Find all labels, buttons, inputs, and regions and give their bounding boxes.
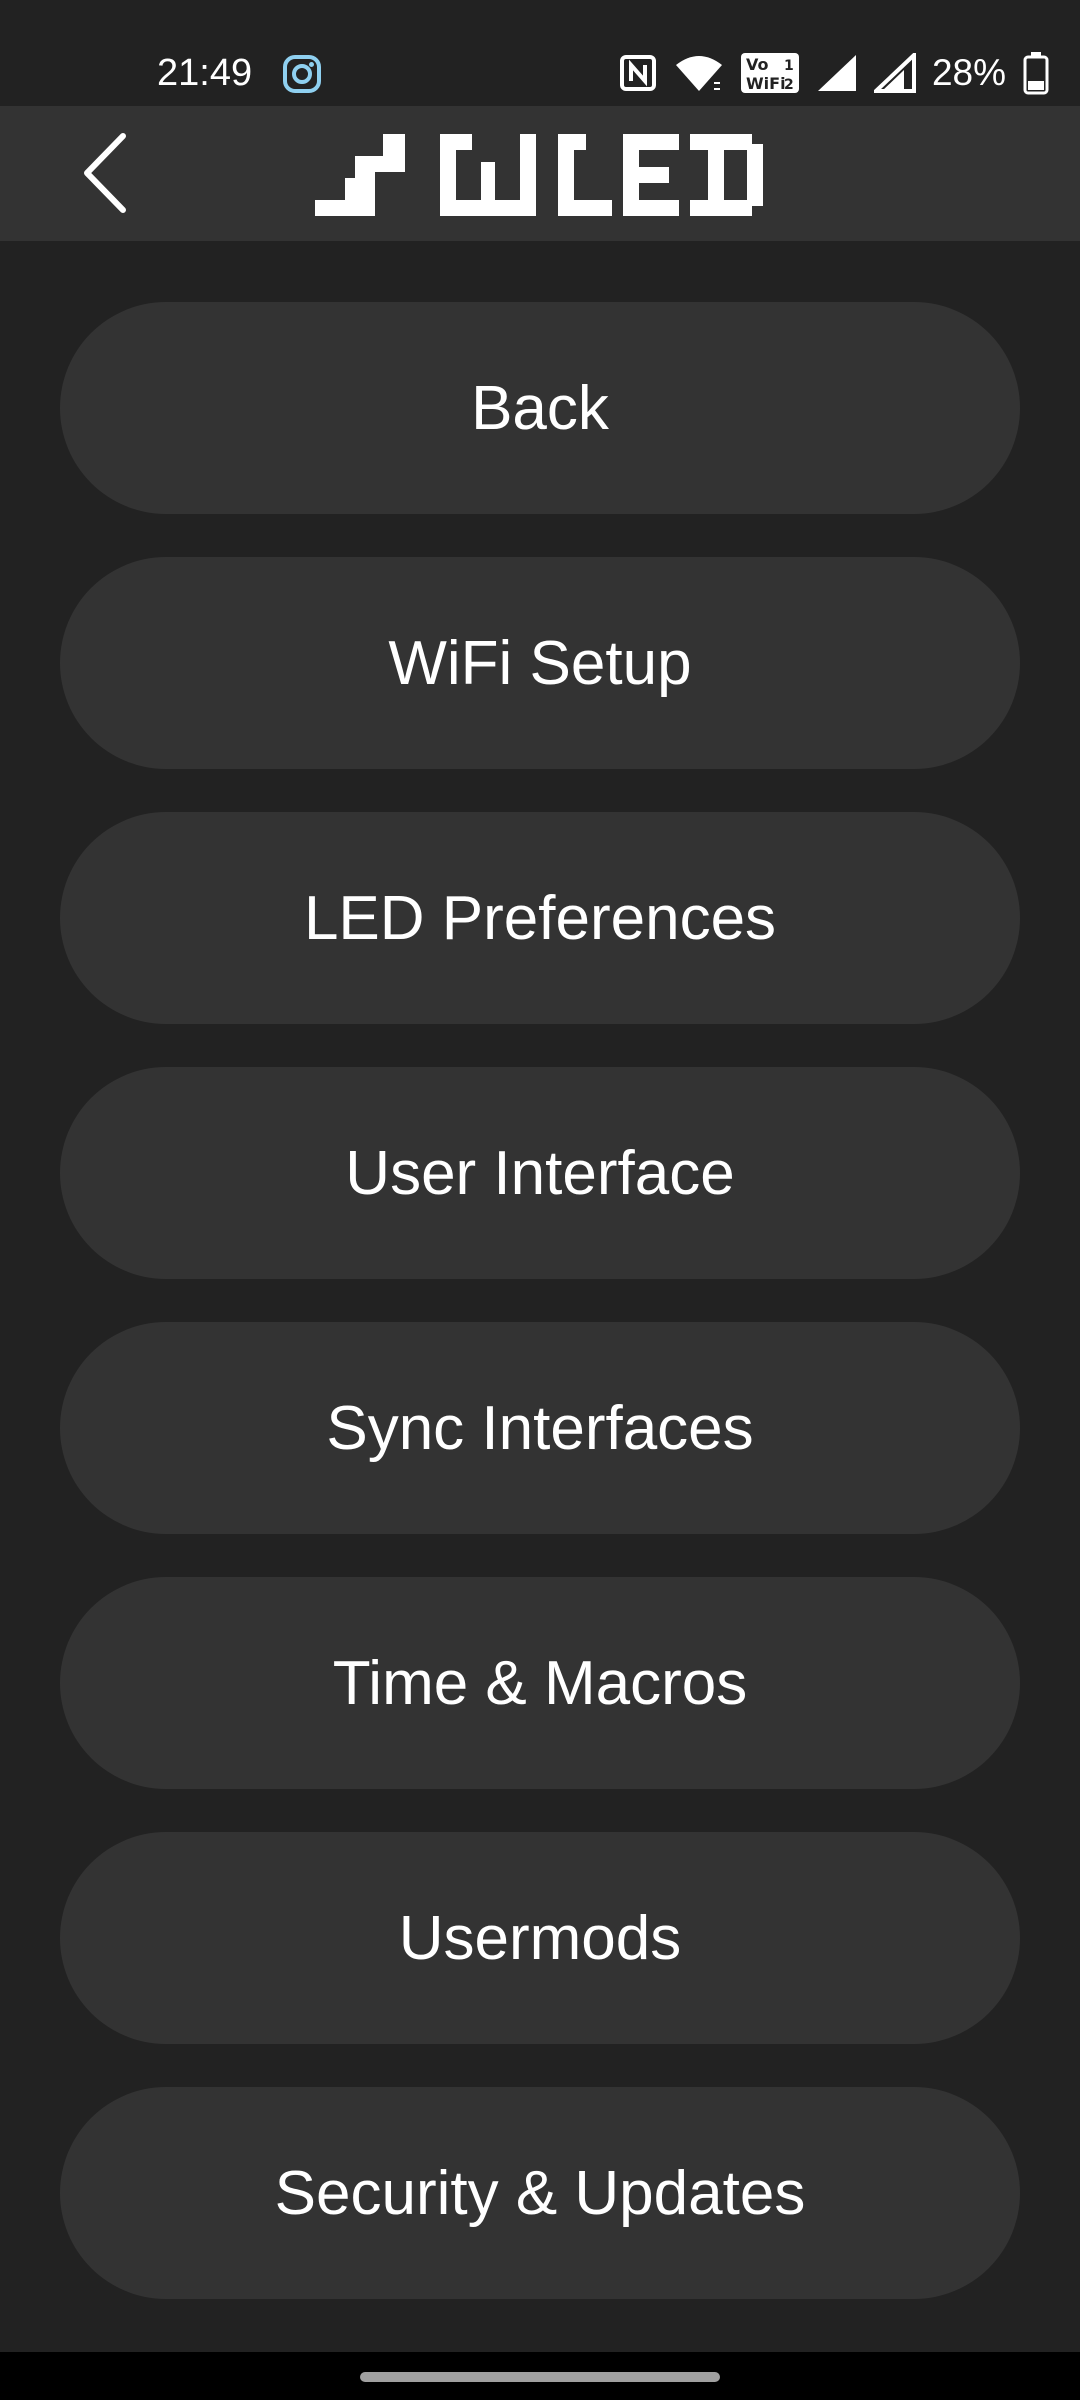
battery-icon bbox=[1023, 52, 1049, 95]
chevron-left-icon bbox=[84, 133, 126, 213]
settings-menu: Back WiFi Setup LED Preferences User Int… bbox=[60, 302, 1020, 2342]
svg-text:1: 1 bbox=[784, 58, 794, 74]
system-nav-bar bbox=[0, 2352, 1080, 2400]
vowifi-icon: Vo WiFi 1 2 bbox=[740, 53, 799, 93]
svg-text:Vo: Vo bbox=[746, 55, 769, 74]
time-macros-button[interactable]: Time & Macros bbox=[60, 1577, 1020, 1789]
instagram-icon bbox=[283, 55, 321, 93]
signal-2-icon bbox=[873, 53, 916, 93]
header-back-button[interactable] bbox=[60, 128, 150, 218]
sync-interfaces-button[interactable]: Sync Interfaces bbox=[60, 1322, 1020, 1534]
user-interface-button[interactable]: User Interface bbox=[60, 1067, 1020, 1279]
gesture-handle[interactable] bbox=[360, 2372, 720, 2382]
led-preferences-button[interactable]: LED Preferences bbox=[60, 812, 1020, 1024]
usermods-button[interactable]: Usermods bbox=[60, 1832, 1020, 2044]
svg-text:WiFi: WiFi bbox=[746, 74, 786, 93]
status-icons: Vo WiFi 1 2 28% bbox=[618, 46, 1050, 100]
signal-1-icon bbox=[817, 55, 856, 91]
status-time: 21:49 bbox=[157, 52, 253, 94]
wled-logo bbox=[315, 134, 763, 216]
nfc-icon bbox=[619, 55, 656, 91]
wifi-setup-button[interactable]: WiFi Setup bbox=[60, 557, 1020, 769]
battery-percent: 28% bbox=[931, 52, 1006, 93]
wifi-icon bbox=[675, 56, 722, 91]
status-bar: 21:49 Vo WiFi 1 2 28% bbox=[0, 0, 1080, 106]
back-button[interactable]: Back bbox=[60, 302, 1020, 514]
security-updates-button[interactable]: Security & Updates bbox=[60, 2087, 1020, 2299]
app-header bbox=[0, 106, 1080, 241]
svg-text:2: 2 bbox=[784, 77, 794, 93]
